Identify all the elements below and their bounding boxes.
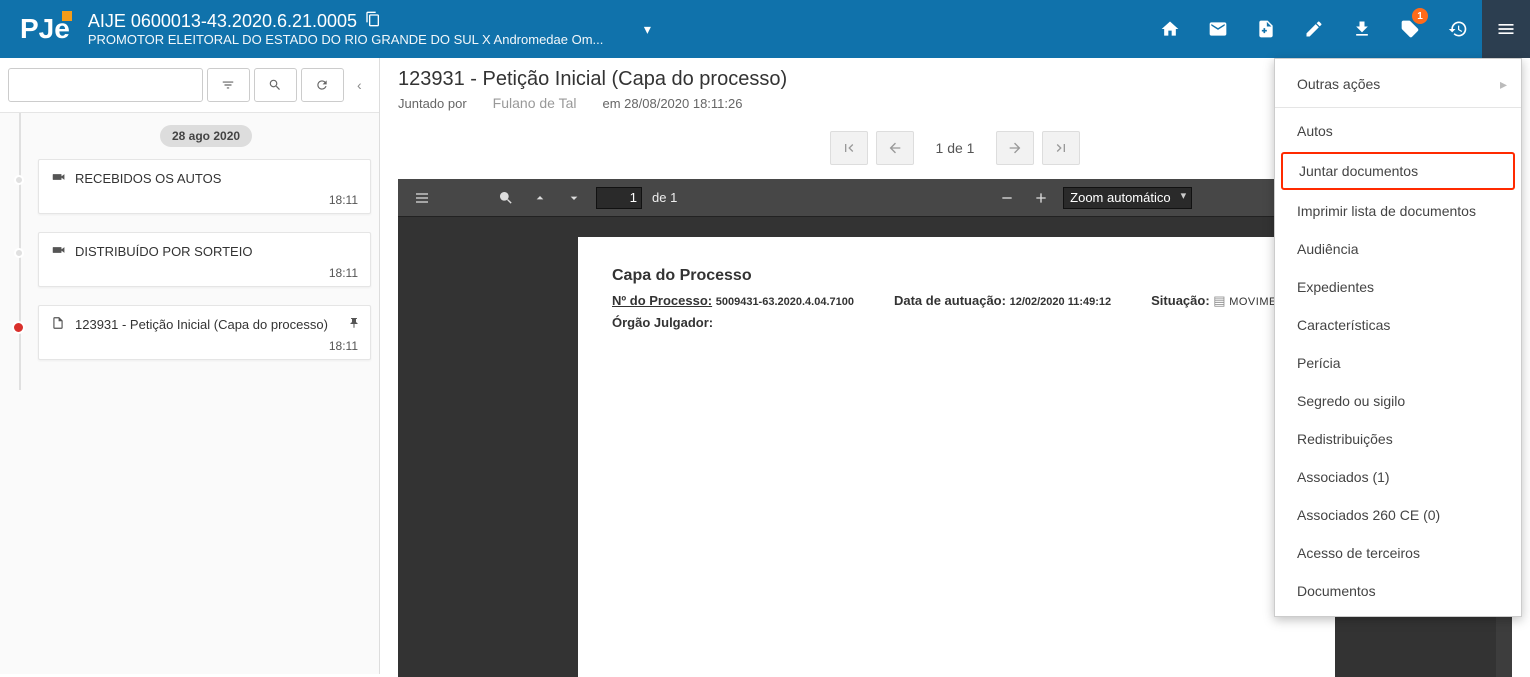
app-header: PJe AIJE 0600013-43.2020.6.21.0005 PROMO… xyxy=(0,0,1530,58)
zoom-out-icon[interactable] xyxy=(995,186,1019,210)
notification-badge: 1 xyxy=(1412,8,1428,24)
pdf-prev-icon[interactable] xyxy=(528,186,552,210)
menu-imprimir-lista[interactable]: Imprimir lista de documentos xyxy=(1275,192,1521,230)
search-button[interactable] xyxy=(254,68,297,102)
megaphone-icon xyxy=(51,243,65,260)
download-icon[interactable] xyxy=(1338,0,1386,58)
last-page-button[interactable] xyxy=(1042,131,1080,165)
pdf-page-input[interactable] xyxy=(596,187,642,209)
pager-text: 1 de 1 xyxy=(922,140,989,156)
timeline-card[interactable]: 123931 - Petição Inicial (Capa do proces… xyxy=(38,305,371,360)
zoom-select[interactable]: Zoom automático xyxy=(1063,187,1192,209)
pdf-next-icon[interactable] xyxy=(562,186,586,210)
search-input[interactable] xyxy=(8,68,203,102)
megaphone-icon xyxy=(51,170,65,187)
menu-acesso-terceiros[interactable]: Acesso de terceiros xyxy=(1275,534,1521,572)
pdf-sidebar-toggle-icon[interactable] xyxy=(410,186,434,210)
case-parties: PROMOTOR ELEITORAL DO ESTADO DO RIO GRAN… xyxy=(88,32,604,47)
timeline-item-label: RECEBIDOS OS AUTOS xyxy=(75,171,221,186)
pdf-search-icon[interactable] xyxy=(494,186,518,210)
filter-button[interactable] xyxy=(207,68,250,102)
pdf-page-total: de 1 xyxy=(652,190,677,205)
timeline-item-time: 18:11 xyxy=(51,333,358,353)
app-logo: PJe xyxy=(0,13,88,45)
collapse-sidebar-icon[interactable]: ‹ xyxy=(348,68,371,102)
menu-pericia[interactable]: Perícia xyxy=(1275,344,1521,382)
timeline-dot xyxy=(14,175,24,185)
menu-audiencia[interactable]: Audiência xyxy=(1275,230,1521,268)
pdf-org-label: Órgão Julgador: xyxy=(612,315,713,330)
timeline-date-chip: 28 ago 2020 xyxy=(160,125,252,147)
menu-associados[interactable]: Associados (1) xyxy=(1275,458,1521,496)
pin-icon[interactable] xyxy=(348,316,360,332)
menu-segredo[interactable]: Segredo ou sigilo xyxy=(1275,382,1521,420)
case-title-block: AIJE 0600013-43.2020.6.21.0005 PROMOTOR … xyxy=(88,11,604,47)
timeline-dot-active xyxy=(12,321,25,334)
timeline-item-time: 18:11 xyxy=(51,260,358,280)
first-page-button[interactable] xyxy=(830,131,868,165)
menu-redistribuicoes[interactable]: Redistribuições xyxy=(1275,420,1521,458)
pdf-heading: Capa do Processo xyxy=(612,267,1315,285)
case-number: AIJE 0600013-43.2020.6.21.0005 xyxy=(88,11,357,32)
home-icon[interactable] xyxy=(1146,0,1194,58)
prev-page-button[interactable] xyxy=(876,131,914,165)
menu-icon[interactable] xyxy=(1482,0,1530,58)
menu-juntar-documentos[interactable]: Juntar documentos xyxy=(1281,152,1515,190)
header-expand-icon[interactable]: ▾ xyxy=(623,21,671,38)
edit-icon[interactable] xyxy=(1290,0,1338,58)
next-page-button[interactable] xyxy=(996,131,1034,165)
mail-icon[interactable] xyxy=(1194,0,1242,58)
zoom-in-icon[interactable] xyxy=(1029,186,1053,210)
document-add-icon[interactable] xyxy=(1242,0,1290,58)
actions-menu: Outras ações Autos Juntar documentos Imp… xyxy=(1274,58,1522,617)
history-icon[interactable] xyxy=(1434,0,1482,58)
copy-icon[interactable] xyxy=(365,11,381,32)
menu-expedientes[interactable]: Expedientes xyxy=(1275,268,1521,306)
menu-autos[interactable]: Autos xyxy=(1275,112,1521,150)
refresh-button[interactable] xyxy=(301,68,344,102)
timeline-sidebar: ‹ 28 ago 2020 RECEBIDOS OS AUTOS 18:11 xyxy=(0,58,380,674)
timeline-item-label: DISTRIBUÍDO POR SORTEIO xyxy=(75,244,252,259)
document-author: Fulano de Tal xyxy=(493,95,577,111)
timeline-dot xyxy=(14,248,24,258)
joined-by-label: Juntado por xyxy=(398,96,467,111)
menu-caracteristicas[interactable]: Características xyxy=(1275,306,1521,344)
menu-documentos[interactable]: Documentos xyxy=(1275,572,1521,610)
file-icon xyxy=(51,316,65,333)
timeline-item-time: 18:11 xyxy=(51,187,358,207)
menu-other-actions[interactable]: Outras ações xyxy=(1275,65,1521,103)
menu-separator xyxy=(1275,107,1521,108)
menu-associados-260[interactable]: Associados 260 CE (0) xyxy=(1275,496,1521,534)
pdf-page: Capa do Processo Nº do Processo: 5009431… xyxy=(575,237,1335,677)
timeline-card[interactable]: DISTRIBUÍDO POR SORTEIO 18:11 xyxy=(38,232,371,287)
timeline-item-label: 123931 - Petição Inicial (Capa do proces… xyxy=(75,317,328,332)
tag-icon[interactable]: 1 xyxy=(1386,0,1434,58)
document-date: 28/08/2020 18:11:26 xyxy=(624,96,742,111)
timeline-card[interactable]: RECEBIDOS OS AUTOS 18:11 xyxy=(38,159,371,214)
